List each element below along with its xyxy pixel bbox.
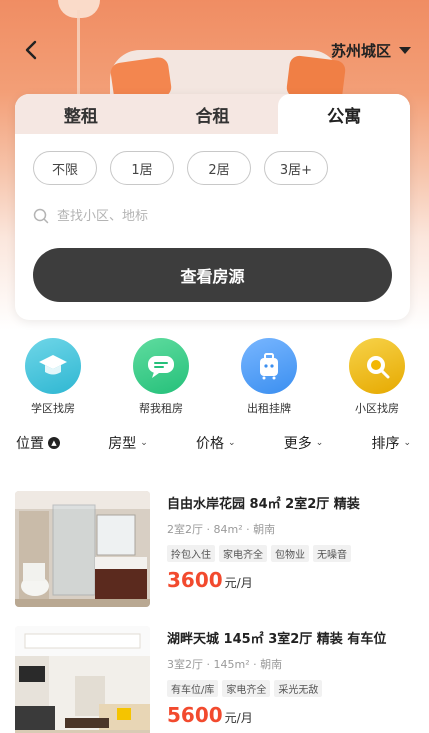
listing-tag: 有车位/库 (167, 680, 219, 697)
filter-label: 房型 (108, 436, 137, 452)
city-label: 苏州城区 (330, 42, 391, 60)
listing-tags: 有车位/库 家电齐全 采光无敌 (167, 680, 407, 697)
listing-tags: 拎包入住 家电齐全 包物业 无噪音 (167, 545, 407, 562)
quick-link-school-district[interactable]: 学区找房 (15, 338, 91, 416)
filter-label: 价格 (195, 436, 224, 452)
back-button[interactable] (20, 38, 44, 62)
rent-type-tabs: 整租 合租 公寓 (15, 94, 410, 134)
chevron-up-icon: ▲ (48, 437, 60, 449)
listing-tag: 无噪音 (313, 545, 351, 562)
chat-bubble-icon (133, 338, 189, 394)
listing-info: 自由水岸花园 84㎡ 2室2厅 精装 2室2厅 · 84m² · 朝南 拎包入住… (167, 491, 407, 607)
graduation-cap-icon (25, 338, 81, 394)
listing-title: 湖畔天城 145㎡ 3室2厅 精装 有车位 (167, 632, 387, 647)
price-value: 5600 (167, 703, 223, 727)
tab-shared-rent[interactable]: 合租 (147, 94, 279, 134)
magnifier-icon (349, 338, 405, 394)
filter-location[interactable]: 位置 ▲ (16, 432, 60, 454)
chevron-down-icon: ⌄ (140, 438, 148, 448)
listing-tag: 采光无敌 (274, 680, 323, 697)
filter-price[interactable]: 价格 ⌄ (196, 432, 236, 454)
listing-photo-living-room (15, 626, 150, 733)
filter-label: 排序 (371, 436, 400, 452)
filter-sort[interactable]: 排序 ⌄ (371, 432, 411, 454)
price-unit: 元/月 (224, 711, 253, 725)
tab-whole-rent[interactable]: 整租 (15, 94, 147, 134)
chevron-left-icon (25, 40, 37, 60)
listing-info: 湖畔天城 145㎡ 3室2厅 精装 有车位 3室2厅 · 145m² · 朝南 … (167, 626, 407, 733)
room-chip-3plus[interactable]: 3居+ (264, 151, 328, 185)
filter-more[interactable]: 更多 ⌄ (284, 432, 324, 454)
listing-tag: 包物业 (271, 545, 309, 562)
filter-layout[interactable]: 房型 ⌄ (108, 432, 148, 454)
search-input[interactable] (57, 208, 357, 224)
tab-apartment[interactable]: 公寓 (278, 94, 410, 134)
room-chip-2[interactable]: 2居 (187, 151, 251, 185)
chevron-down-icon: ⌄ (227, 438, 236, 448)
room-chip-1[interactable]: 1居 (110, 151, 174, 185)
quick-links: 学区找房 帮我租房 出租挂牌 小区找房 (0, 338, 429, 416)
quick-link-community-search[interactable]: 小区找房 (339, 338, 415, 416)
price-unit: 元/月 (224, 576, 253, 590)
listing-tag: 拎包入住 (167, 545, 215, 562)
city-selector[interactable]: 苏州城区 (331, 40, 411, 61)
lamp-pole-decoration (77, 10, 80, 100)
suitcase-icon (241, 338, 297, 394)
quick-link-list-property[interactable]: 出租挂牌 (231, 338, 307, 416)
listing-price: 5600 元/月 (167, 703, 407, 727)
listing-tag: 家电齐全 (222, 680, 271, 697)
price-value: 3600 (167, 568, 223, 592)
listing-photo-bathroom (15, 491, 150, 607)
listing-meta: 2室2厅 · 84m² · 朝南 (167, 523, 276, 536)
room-chip-any[interactable]: 不限 (33, 151, 97, 185)
listing-tag: 家电齐全 (219, 545, 267, 562)
filter-label: 位置 (16, 436, 44, 452)
listing-card[interactable]: 湖畔天城 145㎡ 3室2厅 精装 有车位 3室2厅 · 145m² · 朝南 … (15, 626, 415, 733)
listing-card[interactable]: 自由水岸花园 84㎡ 2室2厅 精装 2室2厅 · 84m² · 朝南 拎包入住… (15, 491, 415, 607)
quick-link-label: 出租挂牌 (247, 402, 291, 415)
quick-link-label: 小区找房 (355, 402, 399, 415)
filter-label: 更多 (283, 436, 312, 452)
search-bar (33, 205, 410, 227)
caret-down-icon (399, 47, 411, 54)
filter-bar: 位置 ▲ 房型 ⌄ 价格 ⌄ 更多 ⌄ 排序 ⌄ (0, 432, 429, 454)
chevron-down-icon: ⌄ (315, 438, 324, 448)
listing-price: 3600 元/月 (167, 568, 407, 592)
room-count-filters: 不限 1居 2居 3居+ (15, 134, 410, 185)
view-listings-button[interactable]: 查看房源 (33, 248, 392, 302)
search-card: 整租 合租 公寓 不限 1居 2居 3居+ 查看房源 (15, 94, 410, 320)
search-icon (33, 208, 49, 224)
listing-meta: 3室2厅 · 145m² · 朝南 (167, 658, 283, 671)
quick-link-label: 帮我租房 (139, 402, 183, 415)
chevron-down-icon: ⌄ (403, 438, 411, 448)
quick-link-help-rent[interactable]: 帮我租房 (123, 338, 199, 416)
quick-link-label: 学区找房 (31, 402, 75, 415)
listing-title: 自由水岸花园 84㎡ 2室2厅 精装 (167, 497, 360, 512)
